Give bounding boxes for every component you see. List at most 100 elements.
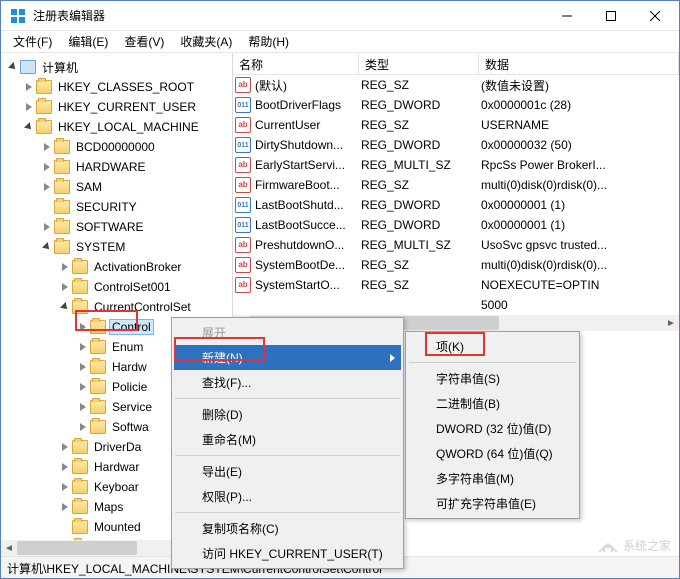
ctx-new-multisz[interactable]: 多字符串值(M) <box>408 466 577 491</box>
tree-controlset001[interactable]: ControlSet001 <box>91 279 174 295</box>
close-button[interactable] <box>633 2 677 30</box>
col-type[interactable]: 类型 <box>359 53 479 74</box>
cell-name: FirmwareBoot... <box>255 178 359 192</box>
value-row[interactable]: abSystemBootDe...REG_SZmulti(0)disk(0)rd… <box>233 255 679 275</box>
blank-icon <box>235 297 251 313</box>
tree-software[interactable]: SOFTWARE <box>73 219 147 235</box>
tree-maps[interactable]: Maps <box>91 499 126 515</box>
menu-bar: 文件(F) 编辑(E) 查看(V) 收藏夹(A) 帮助(H) <box>1 31 679 53</box>
cell-type: REG_MULTI_SZ <box>359 238 479 252</box>
col-name[interactable]: 名称 <box>233 53 359 74</box>
ctx-delete[interactable]: 删除(D) <box>174 402 401 427</box>
folder-icon <box>72 480 88 494</box>
value-row[interactable]: 011DirtyShutdown...REG_DWORD0x00000032 (… <box>233 135 679 155</box>
cell-name: BootDriverFlags <box>255 98 359 112</box>
ctx-new-binary[interactable]: 二进制值(B) <box>408 391 577 416</box>
tree-services[interactable]: Service <box>109 399 155 415</box>
value-row[interactable]: 011LastBootSucce...REG_DWORD0x00000001 (… <box>233 215 679 235</box>
tree-activationbroker[interactable]: ActivationBroker <box>91 259 184 275</box>
value-row[interactable]: abCurrentUserREG_SZUSERNAME <box>233 115 679 135</box>
ctx-export[interactable]: 导出(E) <box>174 459 401 484</box>
scroll-thumb[interactable] <box>17 541 137 555</box>
tree-hardware[interactable]: HARDWARE <box>73 159 149 175</box>
menu-separator <box>409 362 576 363</box>
tree-sam[interactable]: SAM <box>73 179 105 195</box>
ctx-new-key[interactable]: 项(K) <box>408 334 577 359</box>
tree-system[interactable]: SYSTEM <box>73 239 128 255</box>
cell-type: REG_SZ <box>359 78 479 92</box>
maximize-button[interactable] <box>589 2 633 30</box>
cell-data: NOEXECUTE=OPTIN <box>479 278 679 292</box>
cell-type: REG_DWORD <box>359 138 479 152</box>
tree-hkcr[interactable]: HKEY_CLASSES_ROOT <box>55 79 197 95</box>
scroll-right-icon[interactable]: ► <box>663 315 679 331</box>
tree-bcd[interactable]: BCD00000000 <box>73 139 158 155</box>
cell-type: REG_DWORD <box>359 198 479 212</box>
tree-policies[interactable]: Policie <box>109 379 150 395</box>
value-row[interactable]: 5000 <box>233 295 679 315</box>
string-value-icon: ab <box>235 77 251 93</box>
tree-software-subkey[interactable]: Softwa <box>109 419 152 435</box>
cell-name: DirtyShutdown... <box>255 138 359 152</box>
tree-control[interactable]: Control <box>109 319 154 335</box>
menu-favorites[interactable]: 收藏夹(A) <box>174 31 238 52</box>
cell-name: PreshutdownO... <box>255 238 359 252</box>
ctx-new-exstring[interactable]: 可扩充字符串值(E) <box>408 491 577 516</box>
cell-name: CurrentUser <box>255 118 359 132</box>
ctx-new-dword[interactable]: DWORD (32 位)值(D) <box>408 416 577 441</box>
ctx-expand[interactable]: 展开 <box>174 320 401 345</box>
tree-hardware-profiles[interactable]: Hardw <box>109 359 150 375</box>
ctx-rename[interactable]: 重命名(M) <box>174 427 401 452</box>
cell-data: multi(0)disk(0)rdisk(0)... <box>479 258 679 272</box>
value-row[interactable]: 011LastBootShutd...REG_DWORD0x00000001 (… <box>233 195 679 215</box>
tree-hklm[interactable]: HKEY_LOCAL_MACHINE <box>55 119 202 135</box>
menu-view[interactable]: 查看(V) <box>118 31 170 52</box>
cell-name: LastBootSucce... <box>255 218 359 232</box>
ctx-goto-hkcu[interactable]: 访问 HKEY_CURRENT_USER(T) <box>174 541 401 566</box>
value-row[interactable]: abFirmwareBoot...REG_SZmulti(0)disk(0)rd… <box>233 175 679 195</box>
tree-mounteddevices[interactable]: Mounted <box>91 519 144 535</box>
value-row[interactable]: abSystemStartO...REG_SZ NOEXECUTE=OPTIN <box>233 275 679 295</box>
ctx-new-label: 新建(N) <box>202 351 243 365</box>
ctx-new-qword[interactable]: QWORD (64 位)值(Q) <box>408 441 577 466</box>
cell-data: 0x00000001 (1) <box>479 198 679 212</box>
value-row[interactable]: 011BootDriverFlagsREG_DWORD0x0000001c (2… <box>233 95 679 115</box>
tree-currentcontrolset[interactable]: CurrentControlSet <box>91 299 194 315</box>
ctx-find[interactable]: 查找(F)... <box>174 370 401 395</box>
value-row[interactable]: abEarlyStartServi...REG_MULTI_SZRpcSs Po… <box>233 155 679 175</box>
tree-driverdatabase[interactable]: DriverDa <box>91 439 144 455</box>
chevron-right-icon <box>390 354 395 362</box>
string-value-icon: ab <box>235 257 251 273</box>
value-row[interactable]: ab(默认)REG_SZ(数值未设置) <box>233 75 679 95</box>
ctx-new-string[interactable]: 字符串值(S) <box>408 366 577 391</box>
cell-data: RpcSs Power BrokerI... <box>479 158 679 172</box>
scroll-left-icon[interactable]: ◄ <box>1 540 17 556</box>
folder-icon <box>54 240 70 254</box>
folder-icon <box>90 360 106 374</box>
string-value-icon: ab <box>235 157 251 173</box>
folder-icon <box>54 180 70 194</box>
ctx-permissions[interactable]: 权限(P)... <box>174 484 401 509</box>
tree-hardwareconfig[interactable]: Hardwar <box>91 459 142 475</box>
cell-name: SystemBootDe... <box>255 258 359 272</box>
menu-separator <box>175 512 400 513</box>
folder-icon <box>54 200 70 214</box>
ctx-copy-key-name[interactable]: 复制项名称(C) <box>174 516 401 541</box>
folder-icon <box>72 500 88 514</box>
cell-name: LastBootShutd... <box>255 198 359 212</box>
value-rows[interactable]: ab(默认)REG_SZ(数值未设置)011BootDriverFlagsREG… <box>233 75 679 315</box>
menu-help[interactable]: 帮助(H) <box>242 31 295 52</box>
tree-enum[interactable]: Enum <box>109 339 146 355</box>
ctx-new[interactable]: 新建(N) <box>174 345 401 370</box>
tree-keyboardlayout[interactable]: Keyboar <box>91 479 142 495</box>
menu-edit[interactable]: 编辑(E) <box>62 31 114 52</box>
tree-hkcu[interactable]: HKEY_CURRENT_USER <box>55 99 199 115</box>
minimize-button[interactable] <box>545 2 589 30</box>
col-data[interactable]: 数据 <box>479 53 679 74</box>
menu-separator <box>175 455 400 456</box>
tree-security[interactable]: SECURITY <box>73 199 140 215</box>
value-row[interactable]: abPreshutdownO...REG_MULTI_SZUsoSvc gpsv… <box>233 235 679 255</box>
cell-type: REG_SZ <box>359 278 479 292</box>
tree-root[interactable]: 计算机 <box>39 58 81 77</box>
menu-file[interactable]: 文件(F) <box>7 31 58 52</box>
